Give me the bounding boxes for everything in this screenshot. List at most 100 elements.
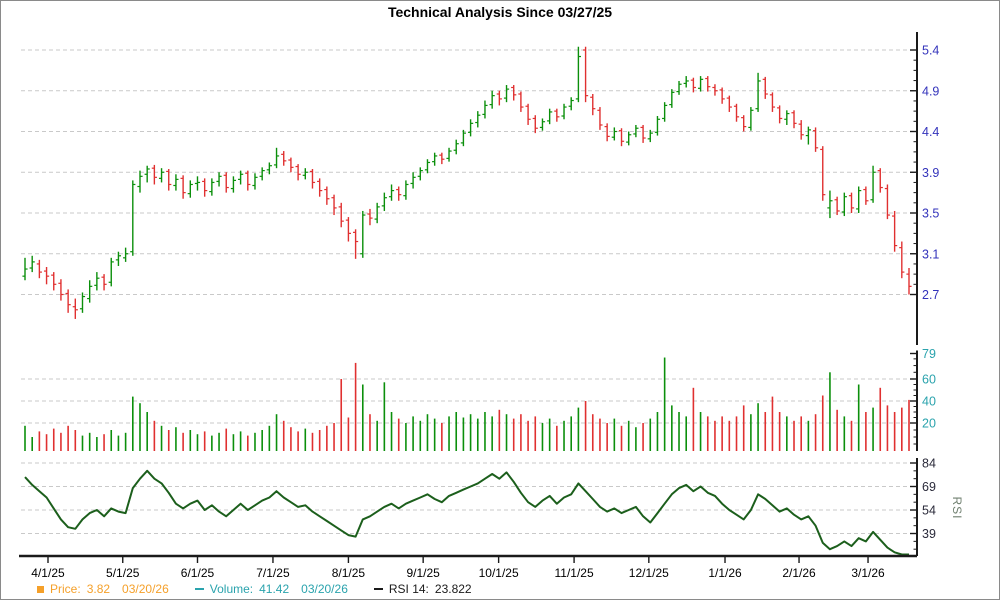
ohlc-bar (123, 248, 128, 262)
ohlc-bar (820, 146, 825, 201)
ohlc-bar (813, 127, 818, 151)
rsi-axis-tick-label: 69 (922, 480, 936, 494)
x-axis (19, 556, 917, 563)
legend-price-label: Price: (50, 582, 81, 596)
ohlc-bar (583, 47, 588, 102)
ohlc-bar (561, 104, 566, 119)
ohlc-bar (130, 180, 135, 255)
ohlc-bar (137, 171, 142, 193)
ohlc-bar (669, 89, 674, 108)
ohlc-bar (51, 272, 56, 290)
ohlc-bar (446, 148, 451, 162)
ohlc-bar (73, 299, 78, 319)
ohlc-bar (827, 191, 832, 219)
ohlc-bar (763, 77, 768, 99)
ohlc-bar (281, 151, 286, 166)
ohlc-bar (755, 73, 760, 112)
ohlc-bar (691, 78, 696, 93)
rsi-axis-tick-label: 54 (922, 504, 936, 518)
ohlc-bar (504, 85, 509, 102)
price-axis-tick-label: 3.9 (922, 166, 939, 180)
ohlc-bar (260, 167, 265, 180)
ohlc-bar (899, 242, 904, 279)
ohlc-bar (87, 280, 92, 302)
legend-volume: Volume: 41.42 03/20/26 (195, 582, 348, 596)
ohlc-bar (799, 120, 804, 140)
ohlc-bar (310, 169, 315, 189)
ohlc-bar (303, 168, 308, 179)
ohlc-bar (94, 272, 99, 290)
ohlc-bar (274, 148, 279, 168)
ohlc-bar (727, 96, 732, 112)
x-tick-label: 6/1/25 (181, 566, 215, 580)
ohlc-bar (181, 175, 186, 198)
axes (910, 32, 917, 556)
ohlc-bar (432, 153, 437, 166)
ohlc-bar (870, 166, 875, 203)
x-tick-label: 12/1/25 (629, 566, 669, 580)
price-axis-tick-label: 2.7 (922, 288, 939, 302)
ohlc-bar (324, 187, 329, 205)
ohlc-bar (525, 104, 530, 125)
x-tick-label: 10/1/25 (479, 566, 519, 580)
rsi-line (25, 471, 909, 555)
ohlc-bar (835, 197, 840, 215)
ohlc-bar (863, 187, 868, 205)
ohlc-bar (389, 184, 394, 200)
ohlc-bar (684, 76, 689, 87)
legend-rsi-value: 23.822 (435, 582, 472, 596)
ohlc-bar (109, 258, 114, 287)
ohlc-bar (454, 140, 459, 155)
ohlc-bar (655, 116, 660, 136)
rsi-axis-tick-label: 84 (922, 457, 936, 471)
ohlc-bar (612, 127, 617, 140)
ohlc-bar (339, 203, 344, 227)
ohlc-bar (547, 109, 552, 124)
legend-price-value: 3.82 (87, 582, 110, 596)
volume-bars (25, 358, 909, 451)
ohlc-bar (44, 267, 49, 284)
ohlc-bar (245, 171, 250, 191)
ohlc-bar (209, 178, 214, 195)
volume-axis-tick-label: 79 (922, 347, 936, 361)
ohlc-bar (439, 153, 444, 164)
price-axis-tick-label: 4.9 (922, 84, 939, 98)
ohlc-bar (353, 229, 358, 259)
ohlc-bar (662, 102, 667, 122)
ohlc-bar (676, 81, 681, 95)
ohlc-bar (569, 97, 574, 110)
volume-axis-tick-label: 40 (922, 395, 936, 409)
ohlc-bar (475, 111, 480, 127)
ohlc-bar (425, 159, 430, 173)
ohlc-bar (317, 178, 322, 196)
ohlc-bar (511, 85, 516, 100)
legend-volume-value: 41.42 (259, 582, 289, 596)
ohlc-bar (590, 94, 595, 115)
ohlc-bar (159, 168, 164, 182)
legend-price: Price: 3.82 03/20/26 (37, 582, 169, 596)
ohlc-bar (468, 119, 473, 136)
ohlc-bar (216, 172, 221, 186)
volume-legend-icon (195, 588, 204, 590)
rsi-axis-title: RSI (950, 496, 964, 519)
technical-analysis-chart: 5.44.94.43.93.53.12.77960402084695439RSI… (0, 0, 1000, 600)
ohlc-bar (640, 125, 645, 143)
ohlc-bar (619, 128, 624, 146)
ohlc-bar (30, 256, 35, 272)
ohlc-bar (490, 91, 495, 109)
x-tick-label: 9/1/25 (406, 566, 440, 580)
ohlc-bar (892, 211, 897, 252)
ohlc-bar (403, 180, 408, 199)
ohlc-bar (231, 176, 236, 192)
ohlc-bar (80, 292, 85, 312)
ohlc-bar (734, 104, 739, 122)
ohlc-bar (777, 105, 782, 123)
ohlc-bar (784, 110, 789, 125)
ohlc-bar (885, 184, 890, 219)
ohlc-bar (849, 193, 854, 213)
ohlc-bar (741, 115, 746, 131)
price-axis-tick-label: 4.4 (922, 125, 939, 139)
ohlc-bar (533, 115, 538, 133)
ohlc-bar (712, 84, 717, 95)
x-tick-label: 11/1/25 (555, 566, 594, 580)
